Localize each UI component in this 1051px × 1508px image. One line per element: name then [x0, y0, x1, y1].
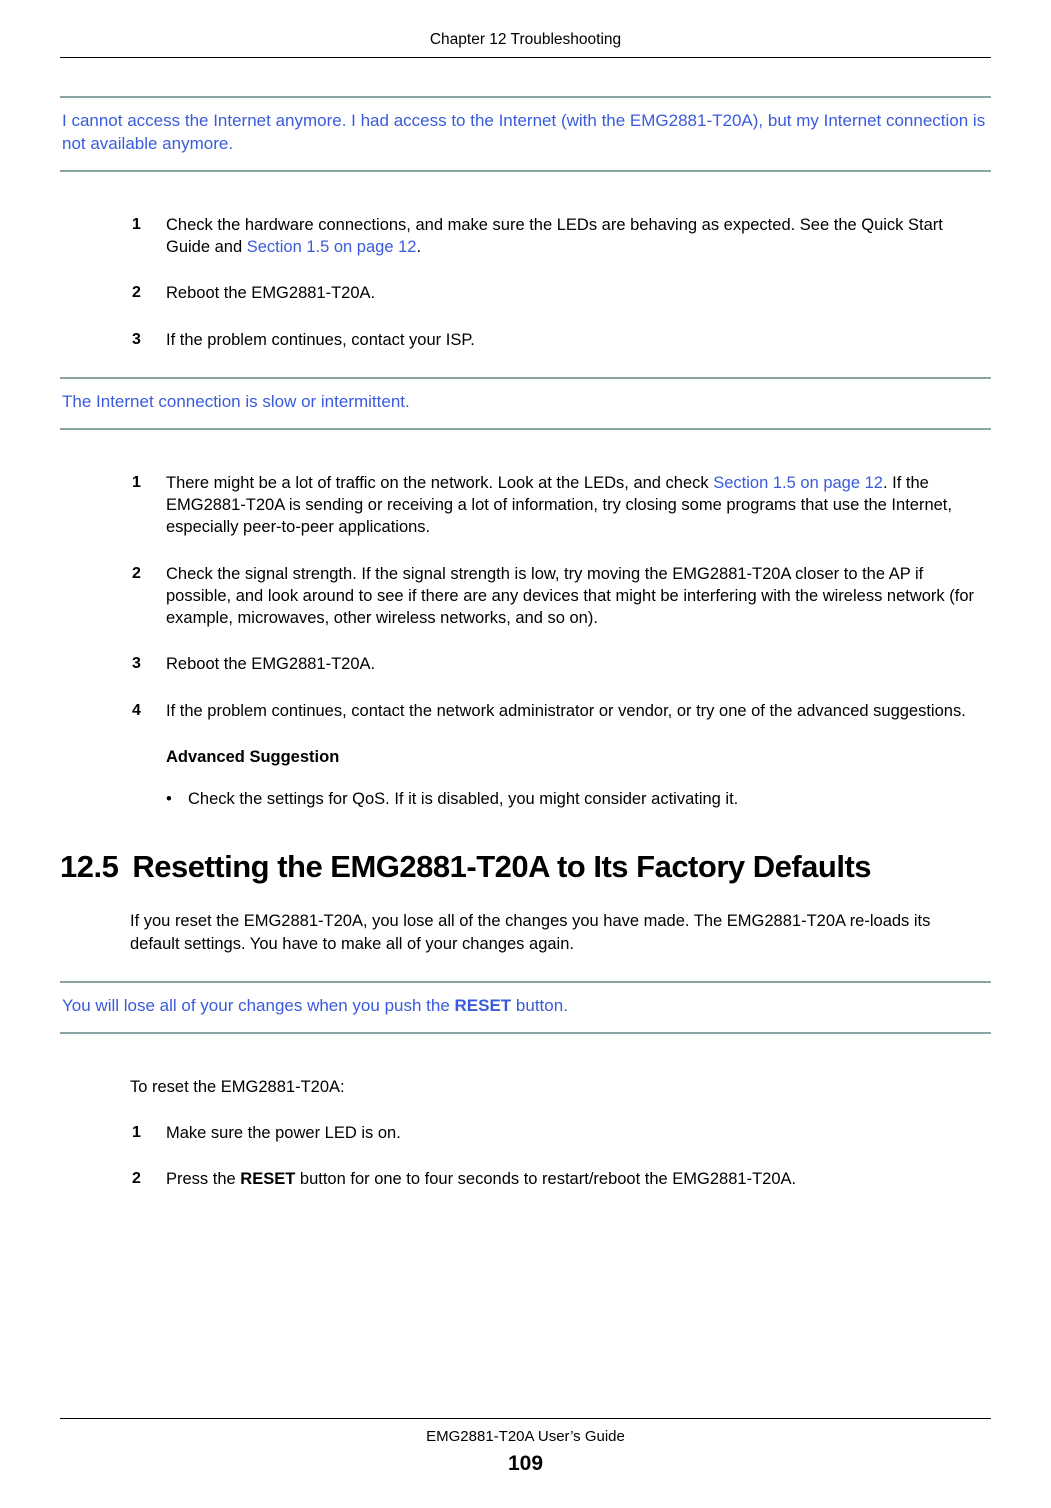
list-text: If the problem continues, contact your I… — [166, 329, 981, 351]
list-number: 1 — [130, 214, 166, 259]
list-text: There might be a lot of traffic on the n… — [166, 472, 981, 539]
callout-no-internet: I cannot access the Internet anymore. I … — [60, 96, 991, 172]
section-number: 12.5 — [60, 846, 118, 888]
bullet-icon: • — [166, 788, 188, 810]
list-number: 2 — [130, 282, 166, 304]
cross-reference-link[interactable]: Section 1.5 on page 12 — [713, 474, 883, 492]
reset-label: RESET — [240, 1170, 295, 1188]
body-paragraph: If you reset the EMG2881-T20A, you lose … — [130, 910, 981, 955]
footer-guide-name: EMG2881-T20A User’s Guide — [0, 1427, 1051, 1447]
page-footer: EMG2881-T20A User’s Guide 109 — [0, 1418, 1051, 1478]
list-number: 3 — [130, 653, 166, 675]
list-item: 1 Check the hardware connections, and ma… — [130, 214, 981, 259]
text-post: button. — [511, 996, 568, 1015]
list-text: Reboot the EMG2881-T20A. — [166, 282, 981, 304]
list-item: 2 Check the signal strength. If the sign… — [130, 563, 981, 630]
list-number: 3 — [130, 329, 166, 351]
list-reset-steps: 1 Make sure the power LED is on. 2 Press… — [130, 1122, 981, 1191]
list-item: 1 There might be a lot of traffic on the… — [130, 472, 981, 539]
text-pre: Press the — [166, 1170, 240, 1188]
text-pre: You will lose all of your changes when y… — [62, 996, 455, 1015]
list-no-internet: 1 Check the hardware connections, and ma… — [130, 214, 981, 351]
list-number: 2 — [130, 563, 166, 630]
advanced-suggestion-heading: Advanced Suggestion — [166, 746, 981, 768]
footer-rule — [60, 1418, 991, 1419]
callout-reset-warning: You will lose all of your changes when y… — [60, 981, 991, 1034]
text-post: . — [416, 238, 421, 256]
reset-label: RESET — [455, 996, 512, 1015]
page-container: Chapter 12 Troubleshooting I cannot acce… — [0, 0, 1051, 1508]
list-item: 3 Reboot the EMG2881-T20A. — [130, 653, 981, 675]
list-slow-internet: 1 There might be a lot of traffic on the… — [130, 472, 981, 811]
list-text: Check the signal strength. If the signal… — [166, 563, 981, 630]
callout-text: I cannot access the Internet anymore. I … — [62, 110, 989, 156]
list-item: 2 Press the RESET button for one to four… — [130, 1168, 981, 1190]
list-item: 3 If the problem continues, contact your… — [130, 329, 981, 351]
list-text: If the problem continues, contact the ne… — [166, 700, 981, 722]
list-text: Make sure the power LED is on. — [166, 1122, 981, 1144]
list-number: 2 — [130, 1168, 166, 1190]
callout-text: The Internet connection is slow or inter… — [62, 391, 989, 414]
list-item: 4 If the problem continues, contact the … — [130, 700, 981, 722]
list-item: 1 Make sure the power LED is on. — [130, 1122, 981, 1144]
bullet-item: • Check the settings for QoS. If it is d… — [166, 788, 981, 810]
text-pre: There might be a lot of traffic on the n… — [166, 474, 713, 492]
list-text: Reboot the EMG2881-T20A. — [166, 653, 981, 675]
list-item: 2 Reboot the EMG2881-T20A. — [130, 282, 981, 304]
section-title: Resetting the EMG2881-T20A to Its Factor… — [132, 849, 871, 884]
body-paragraph: To reset the EMG2881-T20A: — [130, 1076, 981, 1098]
section-heading: 12.5 Resetting the EMG2881-T20A to Its Fa… — [60, 846, 991, 888]
list-number: 1 — [130, 1122, 166, 1144]
chapter-header: Chapter 12 Troubleshooting — [60, 20, 991, 58]
text-post: button for one to four seconds to restar… — [295, 1170, 796, 1188]
page-number: 109 — [0, 1450, 1051, 1478]
cross-reference-link[interactable]: Section 1.5 on page 12 — [247, 238, 417, 256]
list-text: Press the RESET button for one to four s… — [166, 1168, 981, 1190]
callout-slow-internet: The Internet connection is slow or inter… — [60, 377, 991, 430]
list-text: Check the hardware connections, and make… — [166, 214, 981, 259]
list-number: 1 — [130, 472, 166, 539]
list-number: 4 — [130, 700, 166, 722]
bullet-text: Check the settings for QoS. If it is dis… — [188, 788, 981, 810]
callout-text: You will lose all of your changes when y… — [62, 995, 989, 1018]
